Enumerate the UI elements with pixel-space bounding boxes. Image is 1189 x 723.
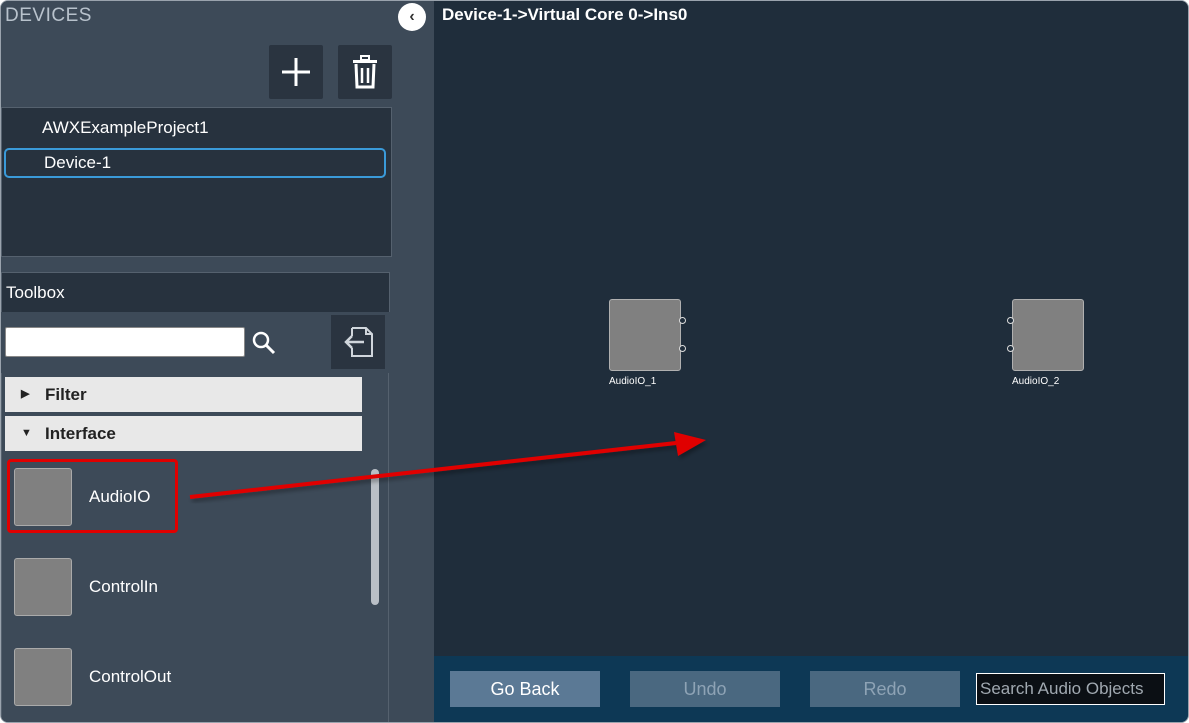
toolbox-title: Toolbox [1, 272, 390, 312]
scrollbar-thumb[interactable] [371, 469, 379, 605]
tree-item-project[interactable]: AWXExampleProject1 [4, 113, 386, 143]
category-filter[interactable]: ▶ Filter [5, 377, 362, 412]
tool-label: ControlOut [89, 667, 172, 686]
category-interface[interactable]: ▼ Interface [5, 416, 362, 451]
bottom-toolbar: Go Back Undo Redo Search Audio Objects [434, 656, 1188, 722]
devices-title: DEVICES [5, 5, 92, 26]
input-pin[interactable] [1007, 345, 1014, 352]
tree-item-device[interactable]: Device-1 [4, 148, 386, 178]
block-label: AudioIO_1 [609, 376, 657, 387]
collapse-arrow-icon: ▼ [21, 427, 32, 439]
search-icon[interactable] [251, 330, 277, 356]
add-device-button[interactable] [269, 45, 323, 99]
import-export-icon [344, 327, 373, 357]
import-button[interactable] [331, 315, 385, 369]
trash-icon [353, 55, 377, 89]
tool-thumbnail [14, 648, 72, 706]
tool-controlout[interactable]: ControlOut [10, 639, 350, 709]
block-audioio-2[interactable] [1012, 299, 1084, 371]
toolbox-list: ▶ Filter ▼ Interface AudioIO ControlIn C… [1, 373, 389, 722]
plus-icon [282, 58, 310, 86]
device-tree: AWXExampleProject1 Device-1 [1, 107, 392, 257]
go-back-button[interactable]: Go Back [450, 671, 600, 707]
category-label: Filter [45, 385, 87, 404]
delete-device-button[interactable] [338, 45, 392, 99]
toolbox-scrollbar[interactable] [370, 379, 380, 722]
left-panel: DEVICES ‹ AWXExampleProject1 Device-1 To… [1, 1, 433, 722]
input-pin[interactable] [1007, 317, 1014, 324]
tool-thumbnail [14, 558, 72, 616]
output-pin[interactable] [679, 345, 686, 352]
redo-button[interactable]: Redo [810, 671, 960, 707]
output-pin[interactable] [679, 317, 686, 324]
chevron-left-icon: ‹ [409, 8, 415, 25]
block-label: AudioIO_2 [1012, 376, 1060, 387]
expand-arrow-icon: ▶ [21, 388, 30, 400]
block-audioio-1[interactable] [609, 299, 681, 371]
tool-audioio[interactable]: AudioIO [10, 459, 350, 529]
category-label: Interface [45, 424, 116, 443]
breadcrumb: Device-1->Virtual Core 0->Ins0 [442, 5, 688, 24]
tool-thumbnail [14, 468, 72, 526]
tool-controlin[interactable]: ControlIn [10, 549, 350, 619]
toolbox-search-row [1, 312, 390, 372]
collapse-panel-button[interactable]: ‹ [398, 3, 426, 31]
design-canvas[interactable]: Device-1->Virtual Core 0->Ins0 AudioIO_1… [434, 1, 1188, 656]
tool-label: ControlIn [89, 577, 158, 596]
search-audio-objects-input[interactable]: Search Audio Objects [976, 673, 1165, 705]
app-window: DEVICES ‹ AWXExampleProject1 Device-1 To… [0, 0, 1189, 723]
tool-label: AudioIO [89, 487, 151, 506]
toolbox-search-input[interactable] [5, 327, 245, 357]
undo-button[interactable]: Undo [630, 671, 780, 707]
